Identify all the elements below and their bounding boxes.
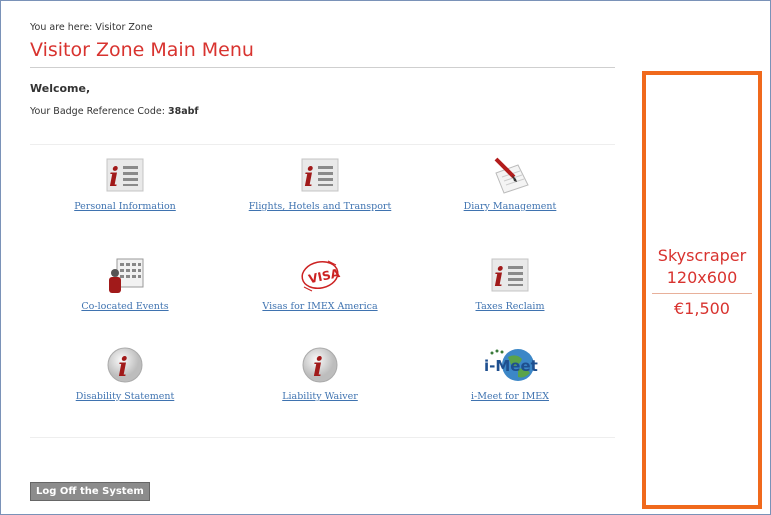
menu-link-liability-waiver[interactable]: Liability Waiver: [235, 391, 405, 402]
menu-link-flights-hotels-transport[interactable]: Flights, Hotels and Transport: [235, 201, 405, 212]
svg-text:i: i: [313, 353, 323, 383]
menu-item-imeet[interactable]: i-Meet i-Meet for IMEX: [425, 345, 595, 402]
badge-label: Your Badge Reference Code:: [30, 106, 165, 117]
ad-text: Skyscraper 120x600 €1,500: [646, 245, 758, 320]
menu-link-co-located-events[interactable]: Co-located Events: [40, 301, 210, 312]
info-document-icon: i: [103, 155, 147, 195]
ad-line-size-name: Skyscraper: [657, 246, 747, 265]
breadcrumb: You are here: Visitor Zone: [30, 22, 615, 33]
imeet-globe-icon: i-Meet: [482, 345, 538, 385]
menu-item-personal-information[interactable]: i Personal Information: [40, 155, 210, 212]
page-title: Visitor Zone Main Menu: [30, 39, 254, 61]
svg-text:i: i: [494, 263, 504, 293]
menu-link-personal-information[interactable]: Personal Information: [40, 201, 210, 212]
welcome-text: Welcome,: [30, 82, 91, 95]
menu-item-flights-hotels-transport[interactable]: i Flights, Hotels and Transport: [235, 155, 405, 212]
skyscraper-ad-placeholder[interactable]: Skyscraper 120x600 €1,500: [642, 71, 762, 509]
svg-text:i: i: [109, 163, 119, 193]
ad-price: €1,500: [674, 299, 730, 318]
main-content: You are here: Visitor Zone Visitor Zone …: [30, 22, 615, 438]
menu-item-liability-waiver[interactable]: i Liability Waiver: [235, 345, 405, 402]
menu-item-visas[interactable]: VISA Visas for IMEX America: [235, 255, 405, 312]
svg-text:i: i: [118, 353, 128, 383]
svg-text:i: i: [304, 163, 314, 193]
logoff-button[interactable]: Log Off the System: [30, 482, 150, 501]
menu-item-co-located-events[interactable]: Co-located Events: [40, 255, 210, 312]
svg-text:VISA: VISA: [307, 266, 342, 286]
visa-stamp-icon: VISA: [298, 255, 342, 295]
menu-item-disability-statement[interactable]: i Disability Statement: [40, 345, 210, 402]
info-circle-icon: i: [298, 345, 342, 385]
info-document-icon: i: [488, 255, 532, 295]
badge-reference: Your Badge Reference Code: 38abf: [30, 106, 615, 117]
badge-code: 38abf: [167, 106, 199, 117]
menu-item-diary-management[interactable]: Diary Management: [425, 155, 595, 212]
menu-link-imeet[interactable]: i-Meet for IMEX: [425, 391, 595, 402]
ad-line-dimensions: 120x600: [666, 268, 738, 287]
title-divider: [30, 67, 615, 68]
info-circle-icon: i: [103, 345, 147, 385]
menu-link-visas[interactable]: Visas for IMEX America: [235, 301, 405, 312]
ad-divider: [652, 293, 752, 294]
calendar-event-icon: [103, 255, 147, 295]
menu-item-taxes-reclaim[interactable]: i Taxes Reclaim: [425, 255, 595, 312]
info-document-icon: i: [298, 155, 342, 195]
imeet-logo-text: i-Meet: [484, 357, 538, 375]
menu-grid: i Personal Information i Flights, Hotels…: [30, 144, 615, 438]
breadcrumb-current: Visitor Zone: [95, 22, 153, 33]
breadcrumb-prefix: You are here:: [30, 22, 93, 33]
menu-link-disability-statement[interactable]: Disability Statement: [40, 391, 210, 402]
notepad-pen-icon: [488, 155, 532, 195]
menu-link-diary-management[interactable]: Diary Management: [425, 201, 595, 212]
menu-link-taxes-reclaim[interactable]: Taxes Reclaim: [425, 301, 595, 312]
